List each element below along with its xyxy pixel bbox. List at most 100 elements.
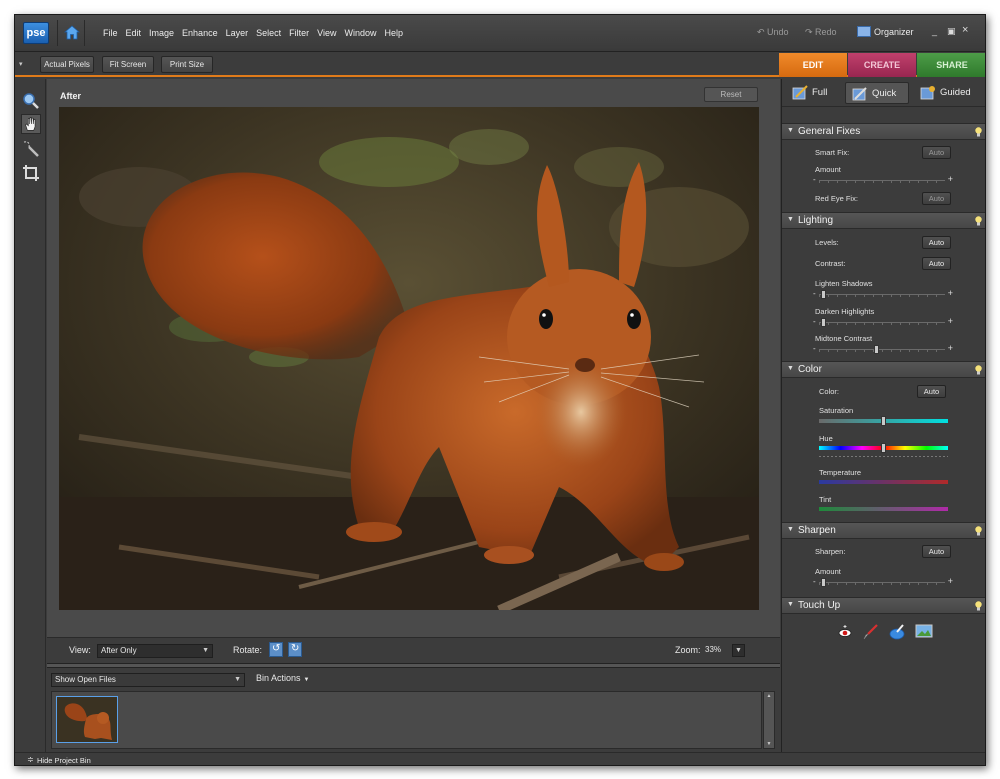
rotate-right-button[interactable]: ↻	[288, 642, 302, 657]
tab-quick[interactable]: Quick	[845, 82, 909, 104]
bin-thumbnail[interactable]	[56, 696, 118, 743]
sharpen-amount-slider[interactable]: - +	[813, 576, 953, 587]
tip-bulb-icon[interactable]	[975, 601, 982, 611]
fit-screen-button[interactable]: Fit Screen	[102, 56, 154, 73]
tab-share[interactable]: SHARE	[917, 53, 985, 77]
section-touch-up[interactable]: ▼ Touch Up	[782, 597, 985, 614]
menu-window[interactable]: Window	[344, 28, 376, 38]
menu-view[interactable]: View	[317, 28, 336, 38]
close-button[interactable]: ×	[962, 24, 968, 36]
color-auto-button[interactable]: Auto	[917, 385, 946, 398]
temperature-slider[interactable]	[819, 480, 948, 484]
contrast-auto-button[interactable]: Auto	[922, 257, 951, 270]
bin-actions-menu[interactable]: Bin Actions ▼	[256, 673, 309, 683]
zoom-dropdown-icon[interactable]: ▼	[732, 644, 745, 657]
sharpen-auto-button[interactable]: Auto	[922, 545, 951, 558]
menu-enhance[interactable]: Enhance	[182, 28, 218, 38]
section-color[interactable]: ▼ Color	[782, 361, 985, 378]
quick-selection-tool[interactable]	[21, 139, 41, 159]
whiten-teeth-tool[interactable]	[862, 624, 878, 640]
lighten-shadows-slider[interactable]: - +	[813, 288, 953, 299]
reset-button[interactable]: Reset	[704, 87, 758, 102]
tab-create[interactable]: CREATE	[848, 53, 916, 77]
red-eye-auto-button[interactable]: Auto	[922, 192, 951, 205]
project-bin	[51, 691, 762, 749]
menu-image[interactable]: Image	[149, 28, 174, 38]
hide-project-bin-button[interactable]: Hide Project Bin	[37, 756, 91, 765]
menu-filter[interactable]: Filter	[289, 28, 309, 38]
tab-edit[interactable]: EDIT	[779, 53, 847, 77]
red-eye-removal-tool[interactable]	[837, 624, 853, 640]
hue-thumb[interactable]	[881, 443, 886, 453]
rotate-left-button[interactable]: ↺	[269, 642, 283, 657]
squirrel-photo[interactable]	[59, 107, 759, 610]
slider-thumb[interactable]	[821, 578, 826, 587]
options-menu-arrow-icon[interactable]: ▾	[19, 60, 23, 68]
slider-thumb[interactable]	[821, 318, 826, 327]
tip-bulb-icon[interactable]	[975, 526, 982, 536]
crop-tool[interactable]	[21, 163, 41, 183]
slider-thumb[interactable]	[874, 345, 880, 354]
slider-max: +	[947, 576, 953, 586]
levels-auto-button[interactable]: Auto	[922, 236, 951, 249]
tint-slider[interactable]	[819, 507, 948, 511]
rotate-left-icon: ↺	[272, 643, 281, 654]
zoom-tool[interactable]	[21, 91, 41, 111]
undo-button[interactable]: ↶ Undo	[757, 27, 789, 38]
saturation-slider[interactable]	[819, 416, 948, 426]
menu-select[interactable]: Select	[256, 28, 281, 38]
blue-skies-tool[interactable]	[888, 624, 906, 640]
bin-scrollbar[interactable]: ▲ ▼	[763, 691, 775, 749]
thumbnail-image	[57, 697, 117, 742]
guided-edit-icon	[920, 86, 935, 100]
view-select[interactable]: After Only ▼	[97, 644, 213, 658]
menu-file[interactable]: File	[103, 28, 118, 38]
slider-thumb[interactable]	[821, 290, 826, 299]
section-general-fixes[interactable]: ▼ General Fixes	[782, 123, 985, 140]
bin-show-select[interactable]: Show Open Files ▼	[51, 673, 245, 687]
tab-guided[interactable]: Guided	[914, 82, 984, 104]
smart-fix-auto-button[interactable]: Auto	[922, 146, 951, 159]
organizer-label: Organizer	[874, 27, 914, 37]
tab-full[interactable]: Full	[786, 82, 842, 104]
menu-layer[interactable]: Layer	[226, 28, 249, 38]
bin-actions-label: Bin Actions	[256, 673, 301, 683]
actual-pixels-button[interactable]: Actual Pixels	[40, 56, 94, 73]
slider-max: +	[947, 316, 953, 326]
restore-button[interactable]: ▣	[947, 26, 956, 37]
app-window: pse File Edit Image Enhance Layer Select…	[14, 14, 986, 766]
menu-help[interactable]: Help	[384, 28, 403, 38]
hide-bin-icon[interactable]: ≑	[27, 755, 34, 764]
hue-slider[interactable]	[819, 443, 948, 453]
blue-skies-icon	[889, 624, 905, 640]
smart-fix-amount-slider[interactable]: - +	[813, 174, 953, 185]
section-title: Color	[798, 364, 822, 375]
midtone-contrast-slider[interactable]: - +	[813, 343, 953, 354]
organizer-button[interactable]: Organizer	[857, 26, 914, 37]
bin-splitter[interactable]	[47, 663, 780, 668]
tip-bulb-icon[interactable]	[975, 127, 982, 137]
minimize-button[interactable]: _	[932, 26, 937, 36]
tip-bulb-icon[interactable]	[975, 365, 982, 375]
scroll-down-icon[interactable]: ▼	[765, 741, 773, 747]
red-eye-fix-label: Red Eye Fix:	[815, 194, 858, 203]
hand-tool[interactable]	[21, 114, 41, 134]
undo-label: Undo	[767, 27, 789, 37]
section-sharpen[interactable]: ▼ Sharpen	[782, 522, 985, 539]
home-button[interactable]	[57, 20, 85, 46]
scroll-up-icon[interactable]: ▲	[765, 693, 773, 699]
tip-bulb-icon[interactable]	[975, 216, 982, 226]
zoom-icon	[23, 93, 39, 109]
slider-max: +	[947, 288, 953, 298]
print-size-button[interactable]: Print Size	[161, 56, 213, 73]
menu-edit[interactable]: Edit	[126, 28, 142, 38]
toolbox	[15, 79, 46, 765]
slider-max: +	[947, 174, 953, 184]
saturation-thumb[interactable]	[881, 416, 886, 426]
black-and-white-tool[interactable]	[915, 624, 933, 638]
darken-highlights-slider[interactable]: - +	[813, 316, 953, 327]
section-lighting[interactable]: ▼ Lighting	[782, 212, 985, 229]
bin-show-value: Show Open Files	[55, 675, 116, 684]
redo-button[interactable]: ↷ Redo	[805, 27, 837, 38]
zoom-value[interactable]: 33%	[705, 645, 721, 654]
